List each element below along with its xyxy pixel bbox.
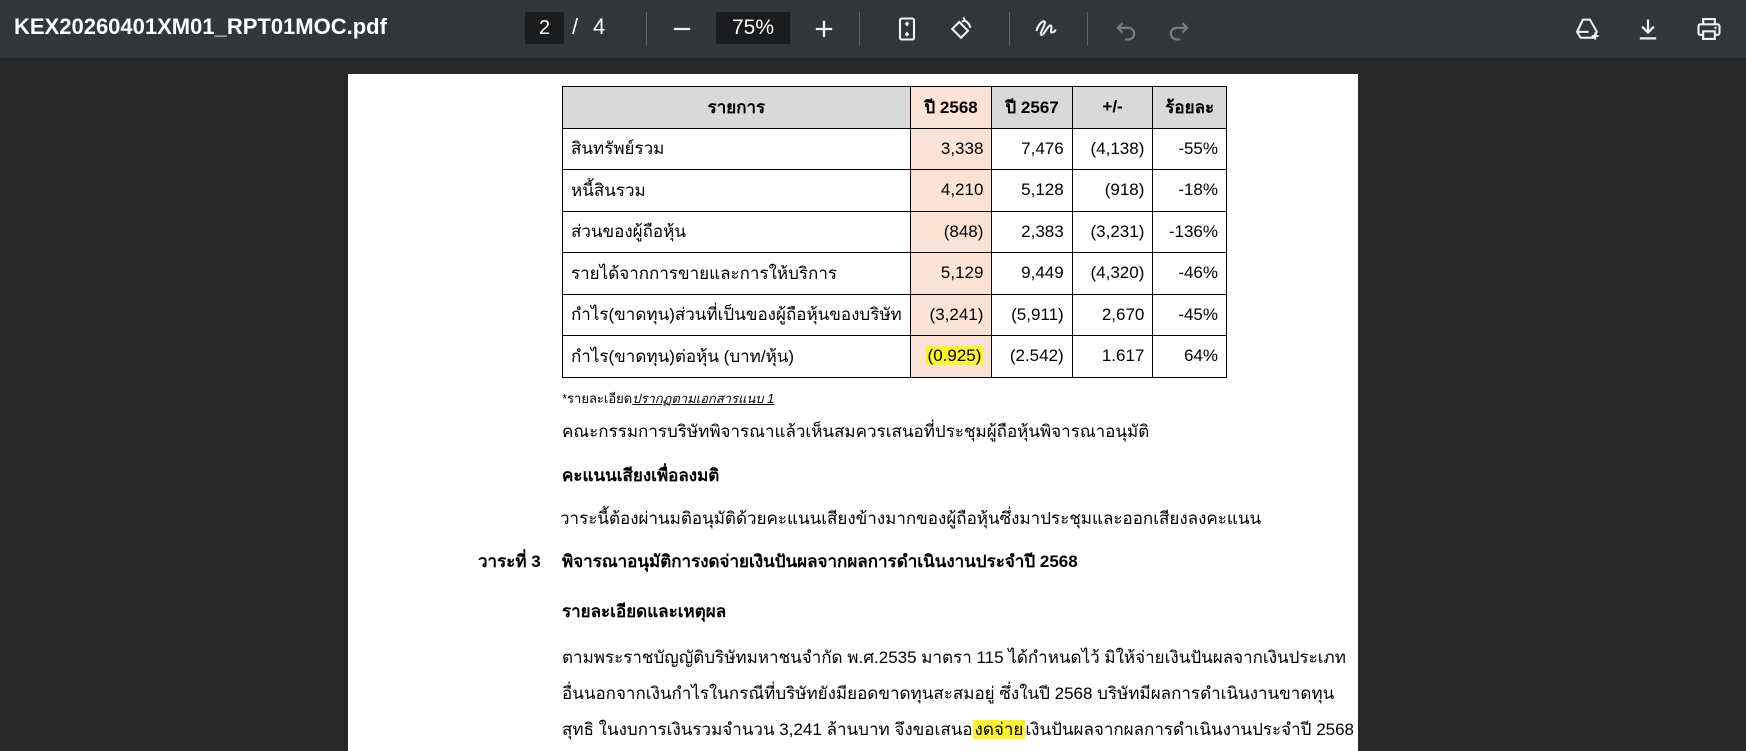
header-diff: +/-	[1071, 86, 1154, 129]
rotate-icon	[950, 16, 972, 40]
highlighted-value: (0.925)	[925, 346, 984, 366]
draw-icon	[1035, 20, 1057, 36]
redo-icon	[1169, 22, 1189, 41]
cell-2567: 5,128	[991, 169, 1073, 212]
cell-2567: (2.542)	[991, 335, 1073, 378]
draw-button[interactable]	[1030, 13, 1062, 45]
cell-diff: (4,320)	[1071, 252, 1154, 295]
zoom-input[interactable]: 75%	[716, 12, 790, 44]
cell-item: กำไร(ขาดทุน)ต่อหุ้น (บาท/หุ้น)	[562, 335, 911, 378]
header-percent: ร้อยละ	[1152, 86, 1227, 129]
zoom-out-button[interactable]	[666, 13, 698, 45]
document-viewer[interactable]: รายการ ปี 2568 ปี 2567 +/- ร้อยละ สินทรั…	[0, 58, 1746, 751]
details-heading: รายละเอียดและเหตุผล	[562, 602, 727, 621]
cell-percent: -136%	[1152, 210, 1227, 253]
vote-text: วาระนี้ต้องผ่านมติอนุมัติด้วยคะแนนเสียงข…	[560, 509, 1262, 528]
board-resolution-text: คณะกรรมการบริษัทพิจารณาแล้วเห็นสมควรเสนอ…	[562, 422, 1150, 441]
cell-2568: 4,210	[909, 169, 993, 212]
header-item: รายการ	[562, 86, 911, 129]
toolbar-divider	[1087, 12, 1088, 46]
pdf-page: รายการ ปี 2568 ปี 2567 +/- ร้อยละ สินทรั…	[348, 74, 1358, 751]
body-text: เงินปันผลจากผลการดำเนินงานประจำปี 2568	[1025, 720, 1355, 739]
financial-summary-table: รายการ ปี 2568 ปี 2567 +/- ร้อยละ สินทรั…	[562, 86, 1227, 378]
cell-diff: 1.617	[1071, 335, 1154, 378]
plus-icon	[815, 20, 833, 38]
fit-page-icon	[898, 17, 916, 41]
cell-2568: (0.925)	[909, 335, 993, 378]
agenda-number: วาระที่ 3	[478, 552, 541, 571]
minus-icon	[673, 27, 691, 31]
undo-button[interactable]	[1110, 13, 1142, 45]
cell-item: รายได้จากการขายและการให้บริการ	[562, 252, 911, 295]
download-button[interactable]	[1632, 13, 1664, 45]
cell-diff: (918)	[1071, 169, 1154, 212]
body-line: สุทธิ ในงบการเงินรวมจำนวน 3,241 ล้านบาท …	[562, 716, 1354, 743]
table-row: รายได้จากการขายและการให้บริการ 5,129 9,4…	[562, 252, 1227, 295]
table-row: กำไร(ขาดทุน)ส่วนที่เป็นของผู้ถือหุ้นของบ…	[562, 293, 1227, 336]
cell-2568: 5,129	[909, 252, 993, 295]
add-to-drive-icon	[1575, 18, 1599, 40]
fit-page-button[interactable]	[891, 13, 923, 45]
cell-diff: (4,138)	[1071, 127, 1154, 170]
footnote-prefix: *รายละเอียด	[562, 391, 633, 406]
footnote-link[interactable]: ปรากฏตามเอกสารแนบ 1	[632, 391, 774, 406]
print-icon	[1697, 18, 1721, 40]
cell-percent: 64%	[1152, 335, 1227, 378]
cell-item: สินทรัพย์รวม	[562, 127, 911, 170]
rotate-button[interactable]	[945, 13, 977, 45]
header-2568: ปี 2568	[909, 86, 993, 129]
cell-2567: 2,383	[991, 210, 1073, 253]
table-header-row: รายการ ปี 2568 ปี 2567 +/- ร้อยละ	[562, 86, 1227, 129]
page-total: 4	[593, 14, 606, 39]
cell-2568: (848)	[909, 210, 993, 253]
cell-percent: -55%	[1152, 127, 1227, 170]
cell-diff: 2,670	[1071, 293, 1154, 336]
undo-icon	[1116, 22, 1136, 41]
add-to-drive-button[interactable]	[1571, 13, 1603, 45]
agenda-title: พิจารณาอนุมัติการงดจ่ายเงินปันผลจากผลการ…	[562, 552, 1078, 571]
toolbar-divider	[859, 12, 860, 46]
cell-2567: (5,911)	[991, 293, 1073, 336]
cell-item: หนี้สินรวม	[562, 169, 911, 212]
vote-heading: คะแนนเสียงเพื่อลงมติ	[562, 466, 720, 485]
print-button[interactable]	[1693, 13, 1725, 45]
download-icon	[1639, 19, 1657, 40]
file-title: KEX20260401XM01_RPT01MOC.pdf	[14, 14, 387, 39]
pdf-toolbar: KEX20260401XM01_RPT01MOC.pdf 2 / 4 75%	[0, 0, 1746, 58]
cell-item: กำไร(ขาดทุน)ส่วนที่เป็นของผู้ถือหุ้นของบ…	[562, 293, 911, 336]
body-line: อื่นนอกจากเงินกำไรในกรณีที่บริษัทยังมียอ…	[562, 684, 1335, 703]
table-footnote: *รายละเอียดปรากฏตามเอกสารแนบ 1	[562, 388, 774, 409]
cell-2568: 3,338	[909, 127, 993, 170]
body-text: สุทธิ ในงบการเงินรวมจำนวน 3,241 ล้านบาท …	[562, 720, 973, 739]
table-row: ส่วนของผู้ถือหุ้น (848) 2,383 (3,231) -1…	[562, 210, 1227, 253]
page-number-input[interactable]: 2	[525, 12, 564, 44]
cell-2567: 7,476	[991, 127, 1073, 170]
cell-item: ส่วนของผู้ถือหุ้น	[562, 210, 911, 253]
toolbar-divider	[1009, 12, 1010, 46]
page-separator: /	[572, 14, 579, 39]
cell-2567: 9,449	[991, 252, 1073, 295]
table-row: สินทรัพย์รวม 3,338 7,476 (4,138) -55%	[562, 127, 1227, 170]
table-row: กำไร(ขาดทุน)ต่อหุ้น (บาท/หุ้น) (0.925) (…	[562, 335, 1227, 378]
cell-percent: -45%	[1152, 293, 1227, 336]
zoom-in-button[interactable]	[808, 13, 840, 45]
body-line: ตามพระราชบัญญัติบริษัทมหาชนจำกัด พ.ศ.253…	[562, 648, 1346, 667]
header-2567: ปี 2567	[991, 86, 1073, 129]
cell-percent: -18%	[1152, 169, 1227, 212]
cell-diff: (3,231)	[1071, 210, 1154, 253]
redo-button[interactable]	[1163, 13, 1195, 45]
toolbar-divider	[646, 12, 647, 46]
table-row: หนี้สินรวม 4,210 5,128 (918) -18%	[562, 169, 1227, 212]
cell-percent: -46%	[1152, 252, 1227, 295]
cell-2568: (3,241)	[909, 293, 993, 336]
highlighted-text: งดจ่าย	[972, 720, 1026, 739]
